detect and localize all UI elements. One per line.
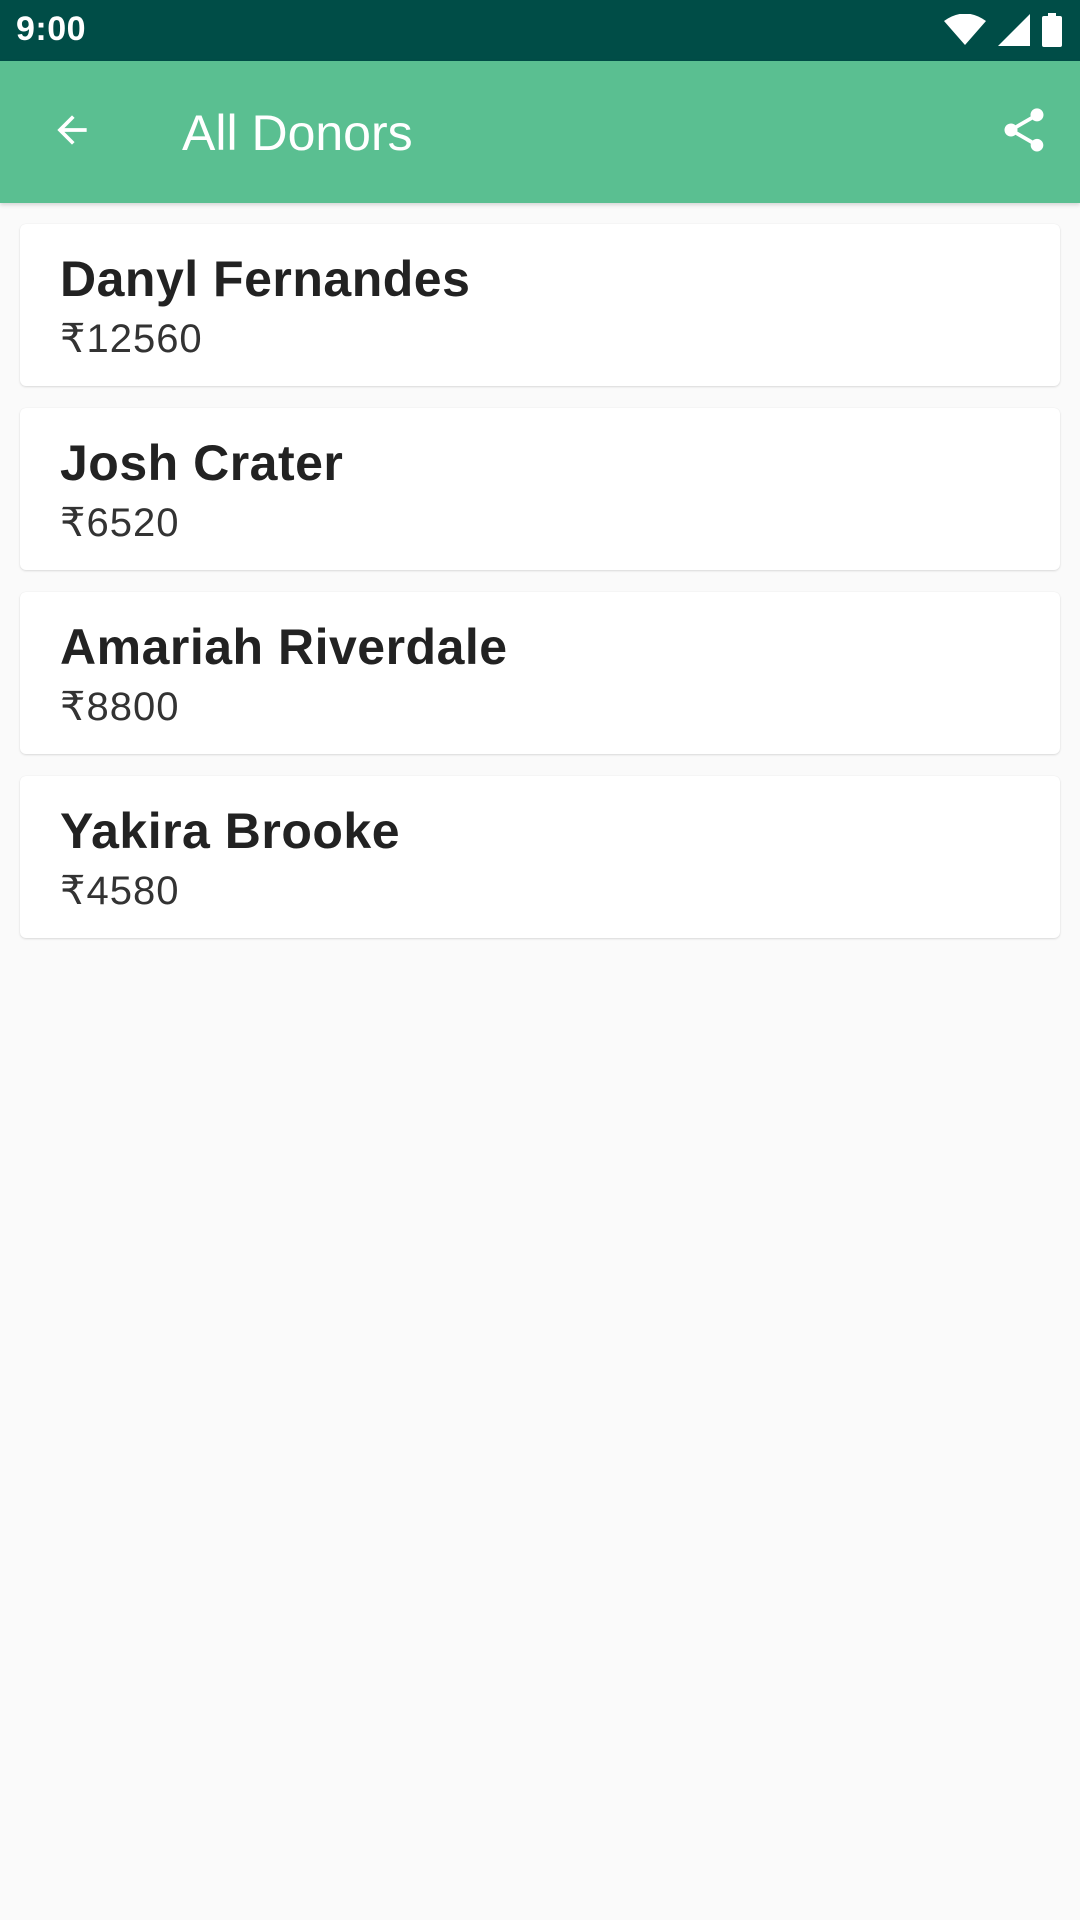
wifi-icon [944, 14, 986, 46]
donor-name: Yakira Brooke [60, 803, 401, 859]
status-bar: 9:00 [0, 0, 1080, 61]
share-button[interactable] [988, 96, 1060, 168]
donor-amount: ₹4580 [60, 869, 180, 913]
donor-card[interactable]: Amariah Riverdale ₹8800 [20, 592, 1060, 754]
donor-list: Danyl Fernandes ₹12560 Josh Crater ₹6520… [20, 224, 1060, 960]
arrow-back-icon [50, 108, 94, 157]
signal-icon [998, 14, 1030, 46]
battery-icon [1042, 13, 1062, 47]
donor-name: Amariah Riverdale [60, 619, 508, 675]
status-time: 9:00 [16, 10, 87, 48]
app-bar: All Donors [0, 61, 1080, 203]
donor-amount: ₹6520 [60, 501, 180, 545]
donor-amount: ₹12560 [60, 317, 203, 361]
donor-name: Danyl Fernandes [60, 251, 471, 307]
donor-card[interactable]: Yakira Brooke ₹4580 [20, 776, 1060, 938]
donor-amount: ₹8800 [60, 685, 180, 729]
status-icons [944, 12, 1062, 48]
share-icon [998, 104, 1050, 161]
donor-card[interactable]: Josh Crater ₹6520 [20, 408, 1060, 570]
back-button[interactable] [36, 96, 108, 168]
donor-card[interactable]: Danyl Fernandes ₹12560 [20, 224, 1060, 386]
donor-name: Josh Crater [60, 435, 344, 491]
page-title: All Donors [182, 105, 413, 161]
